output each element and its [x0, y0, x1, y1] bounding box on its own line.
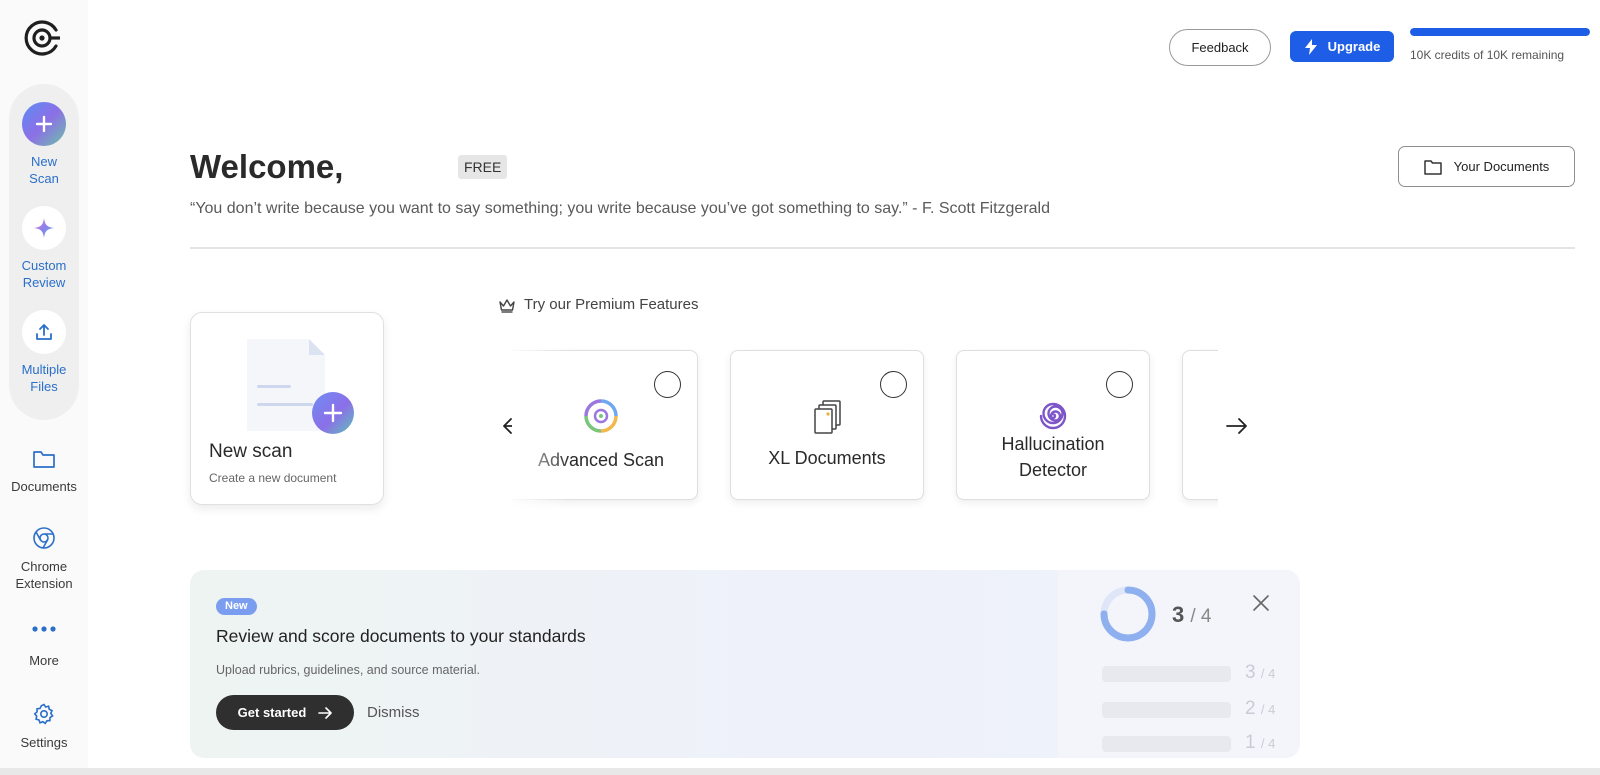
quote-text: “You don’t write because you want to say…	[190, 200, 1050, 217]
multiple-files-button[interactable]: Multiple Files	[9, 310, 79, 395]
nav-settings-label: Settings	[20, 735, 68, 750]
new-document-illustration-icon	[247, 339, 354, 434]
sparkle-icon	[22, 206, 66, 250]
quick-actions: New Scan Custom Review Multiple Files	[9, 84, 79, 420]
upgrade-label: Upgrade	[1327, 39, 1381, 54]
get-started-label: Get started	[237, 705, 307, 720]
score-row-bar	[1102, 702, 1231, 718]
new-scan-card-title: New scan	[209, 441, 293, 462]
feature-card-title: XL Documents	[768, 448, 886, 468]
score-value: 3 / 4	[1172, 602, 1212, 628]
chrome-icon	[33, 527, 55, 549]
your-documents-button[interactable]: Your Documents	[1398, 146, 1575, 187]
plan-badge: FREE	[458, 155, 508, 179]
lightning-icon	[1304, 38, 1317, 55]
new-scan-label: New Scan	[29, 154, 59, 186]
feature-card-hallucination-detector[interactable]: Hallucination Detector	[956, 350, 1150, 500]
review-promo-banner: New Review and score documents to your s…	[190, 570, 1300, 758]
premium-features-heading: Try our Premium Features	[498, 296, 699, 313]
score-number: 3	[1172, 602, 1185, 627]
nav-chrome-extension[interactable]: Chrome Extension	[0, 526, 88, 592]
new-badge: New	[216, 598, 257, 615]
nav-more[interactable]: More	[0, 624, 88, 669]
crown-icon	[499, 298, 515, 313]
feature-select-checkbox[interactable]	[1106, 371, 1133, 398]
plus-icon	[22, 102, 66, 146]
nav-chrome-extension-label: Chrome Extension	[15, 559, 73, 591]
score-row-bar	[1102, 666, 1231, 682]
score-row-value: 2 / 4	[1245, 698, 1276, 719]
more-dots-icon	[32, 626, 56, 632]
advanced-scan-icon	[584, 399, 618, 433]
app-root: New Scan Custom Review Multiple Files Do…	[0, 0, 1600, 775]
banner-subtitle: Upload rubrics, guidelines, and source m…	[216, 663, 481, 677]
window-bottom-edge	[0, 768, 1600, 775]
new-scan-card-subtitle: Create a new document	[209, 471, 337, 485]
folder-icon	[1423, 159, 1442, 175]
nav-documents[interactable]: Documents	[0, 448, 88, 495]
feature-card-xl-documents[interactable]: XL Documents	[730, 350, 924, 500]
banner-title: Review and score documents to your stand…	[216, 626, 586, 646]
folder-icon	[33, 451, 55, 468]
premium-features-carousel: Advanced Scan XL Documents Hallucination…	[512, 345, 1218, 515]
feature-card-partial[interactable]	[1182, 350, 1218, 500]
sidebar: New Scan Custom Review Multiple Files Do…	[0, 0, 88, 768]
score-row-value: 3 / 4	[1245, 662, 1276, 683]
close-icon[interactable]	[1250, 592, 1272, 614]
spiral-icon	[1039, 402, 1067, 430]
score-ring	[1100, 586, 1156, 642]
feature-card-advanced-scan[interactable]: Advanced Scan	[512, 350, 698, 500]
welcome-heading: Welcome,	[190, 148, 344, 185]
arrow-right-icon	[1226, 418, 1247, 434]
upload-icon	[22, 310, 66, 354]
app-logo-icon[interactable]	[22, 18, 62, 58]
credits-text: 10K credits of 10K remaining	[1410, 48, 1565, 62]
header-divider	[190, 247, 1575, 249]
nav-settings[interactable]: Settings	[0, 702, 88, 751]
new-scan-card[interactable]: New scan Create a new document	[190, 312, 384, 505]
feedback-button[interactable]: Feedback	[1169, 29, 1271, 66]
score-total: / 4	[1190, 606, 1212, 627]
documents-stack-icon	[814, 400, 841, 434]
credits-progress-bar	[1410, 28, 1590, 36]
feature-select-checkbox[interactable]	[880, 371, 907, 398]
feature-select-checkbox[interactable]	[654, 371, 681, 398]
carousel-next-button[interactable]	[1222, 413, 1252, 439]
gear-icon	[33, 703, 54, 725]
your-documents-label: Your Documents	[1453, 159, 1550, 174]
upgrade-button[interactable]: Upgrade	[1290, 31, 1394, 62]
feature-card-title: Hallucination Detector	[1001, 434, 1105, 480]
custom-review-label: Custom Review	[21, 258, 67, 290]
dismiss-link[interactable]: Dismiss	[367, 704, 420, 721]
nav-more-label: More	[29, 653, 59, 668]
get-started-button[interactable]: Get started	[216, 695, 354, 730]
custom-review-button[interactable]: Custom Review	[9, 206, 79, 291]
multiple-files-label: Multiple Files	[21, 362, 67, 394]
premium-features-label: Try our Premium Features	[524, 296, 699, 313]
nav-documents-label: Documents	[11, 479, 77, 494]
new-scan-button[interactable]: New Scan	[9, 102, 79, 187]
score-row-bar	[1102, 736, 1231, 752]
credits-progress-fill	[1410, 28, 1590, 36]
feature-card-title: Advanced Scan	[537, 450, 665, 470]
arrow-right-icon	[318, 706, 333, 719]
score-row-value: 1 / 4	[1245, 732, 1276, 753]
